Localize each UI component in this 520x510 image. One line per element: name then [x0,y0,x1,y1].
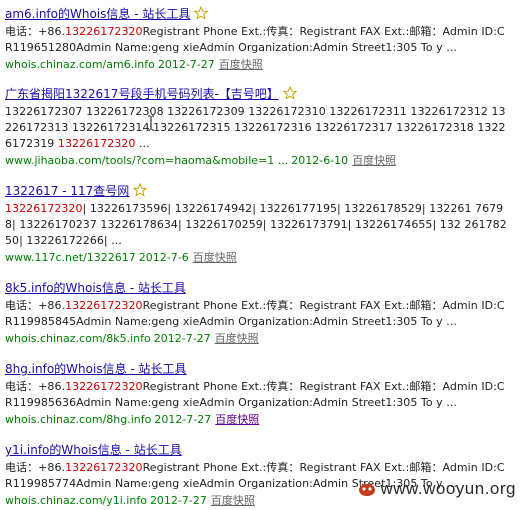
result-title-row: 广东省揭阳1322617号段手机号码列表-【吉号吧】 [5,84,510,104]
snippet-text: 电话：+86. [5,461,66,474]
snippet-highlight: 13226172320 [65,299,143,312]
star-icon[interactable] [194,6,209,20]
result-date: 2012-7-27 [149,494,207,507]
snippet-highlight: 13226172320 [65,25,143,38]
result-url: whois.chinaz.com/y1i.info [5,494,147,507]
search-result: y1i.info的Whois信息 - 站长工具 电话：+86.132261723… [5,440,510,510]
result-date: 2012-7-27 [154,413,212,426]
star-icon[interactable] [282,86,297,100]
text-cursor-icon [148,115,154,131]
result-url: www.117c.net/1322617 [5,251,136,264]
snippet-text: 电话：+86. [5,25,66,38]
result-meta: www.jihaoba.com/tools/?com=haoma&mobile=… [5,152,510,170]
result-date: 2012-7-6 [138,251,189,264]
snippet-text: 电话：+86. [5,380,66,393]
search-results: am6.info的Whois信息 - 站长工具 电话：+86.132261723… [5,4,510,510]
snippet-highlight: 13226172320 [65,380,143,393]
cache-link[interactable]: 百度快照 [215,332,259,345]
result-url: whois.chinaz.com/8hg.info [5,413,152,426]
result-meta: www.117c.net/1322617 2012-7-6 百度快照 [5,249,510,267]
snippet-highlight: 13226172320 [57,137,136,150]
watermark: www.wooyun.org [358,479,516,499]
result-date: 2012-6-10 [291,154,349,167]
result-snippet: 电话：+86.13226172320Registrant Phone Ext.:… [5,298,510,330]
result-title-link[interactable]: 广东省揭阳1322617号段手机号码列表-【吉号吧】 [5,87,279,101]
result-snippet: 电话：+86.13226172320Registrant Phone Ext.:… [5,24,510,56]
snippet-highlight: 13226172320 [65,461,143,474]
result-snippet: 13226172320| 13226173596| 13226174942| 1… [5,201,510,249]
result-meta: whois.chinaz.com/8k5.info 2012-7-27 百度快照 [5,330,510,348]
cache-link[interactable]: 百度快照 [211,494,255,507]
result-title-link[interactable]: y1i.info的Whois信息 - 站长工具 [5,443,182,457]
result-snippet: 电话：+86.13226172320Registrant Phone Ext.:… [5,379,510,411]
snippet-text: ... [135,137,150,150]
result-meta: whois.chinaz.com/8hg.info 2012-7-27 百度快照 [5,411,510,429]
result-title-link[interactable]: 8k5.info的Whois信息 - 站长工具 [5,281,186,295]
result-meta: whois.chinaz.com/am6.info 2012-7-27 百度快照 [5,56,510,74]
result-title-row: am6.info的Whois信息 - 站长工具 [5,4,510,24]
result-title-row: 1322617 - 117查号网 [5,181,510,201]
result-date: 2012-7-27 [153,332,211,345]
result-url: whois.chinaz.com/8k5.info [5,332,151,345]
result-snippet: 13226172307 13226172308 13226172309 1322… [5,104,510,152]
result-title-row: 8hg.info的Whois信息 - 站长工具 [5,359,510,379]
search-result: 8k5.info的Whois信息 - 站长工具 电话：+86.132261723… [5,278,510,348]
snippet-highlight: 13226172320 [5,202,83,215]
watermark-text: www.wooyun.org [380,479,516,498]
cache-link[interactable]: 百度快照 [193,251,237,264]
cache-link[interactable]: 百度快照 [219,58,263,71]
cache-link[interactable]: 百度快照 [215,413,259,426]
result-url: www.jihaoba.com/tools/?com=haoma&mobile=… [5,154,289,167]
snippet-text: 电话：+86. [5,299,66,312]
result-date: 2012-7-27 [157,58,215,71]
search-result: 8hg.info的Whois信息 - 站长工具 电话：+86.132261723… [5,359,510,429]
search-result: 1322617 - 117查号网 13226172320| 1322617359… [5,181,510,267]
result-title-link[interactable]: am6.info的Whois信息 - 站长工具 [5,7,190,21]
search-result: 广东省揭阳1322617号段手机号码列表-【吉号吧】 13226172307 1… [5,84,510,170]
search-result: am6.info的Whois信息 - 站长工具 电话：+86.132261723… [5,4,510,74]
star-icon[interactable] [133,183,148,197]
cache-link[interactable]: 百度快照 [352,154,396,167]
result-url: whois.chinaz.com/am6.info [5,58,155,71]
wooyun-logo-icon [359,483,376,496]
result-title-link[interactable]: 8hg.info的Whois信息 - 站长工具 [5,362,187,376]
result-title-row: y1i.info的Whois信息 - 站长工具 [5,440,510,460]
result-title-link[interactable]: 1322617 - 117查号网 [5,184,129,198]
result-title-row: 8k5.info的Whois信息 - 站长工具 [5,278,510,298]
